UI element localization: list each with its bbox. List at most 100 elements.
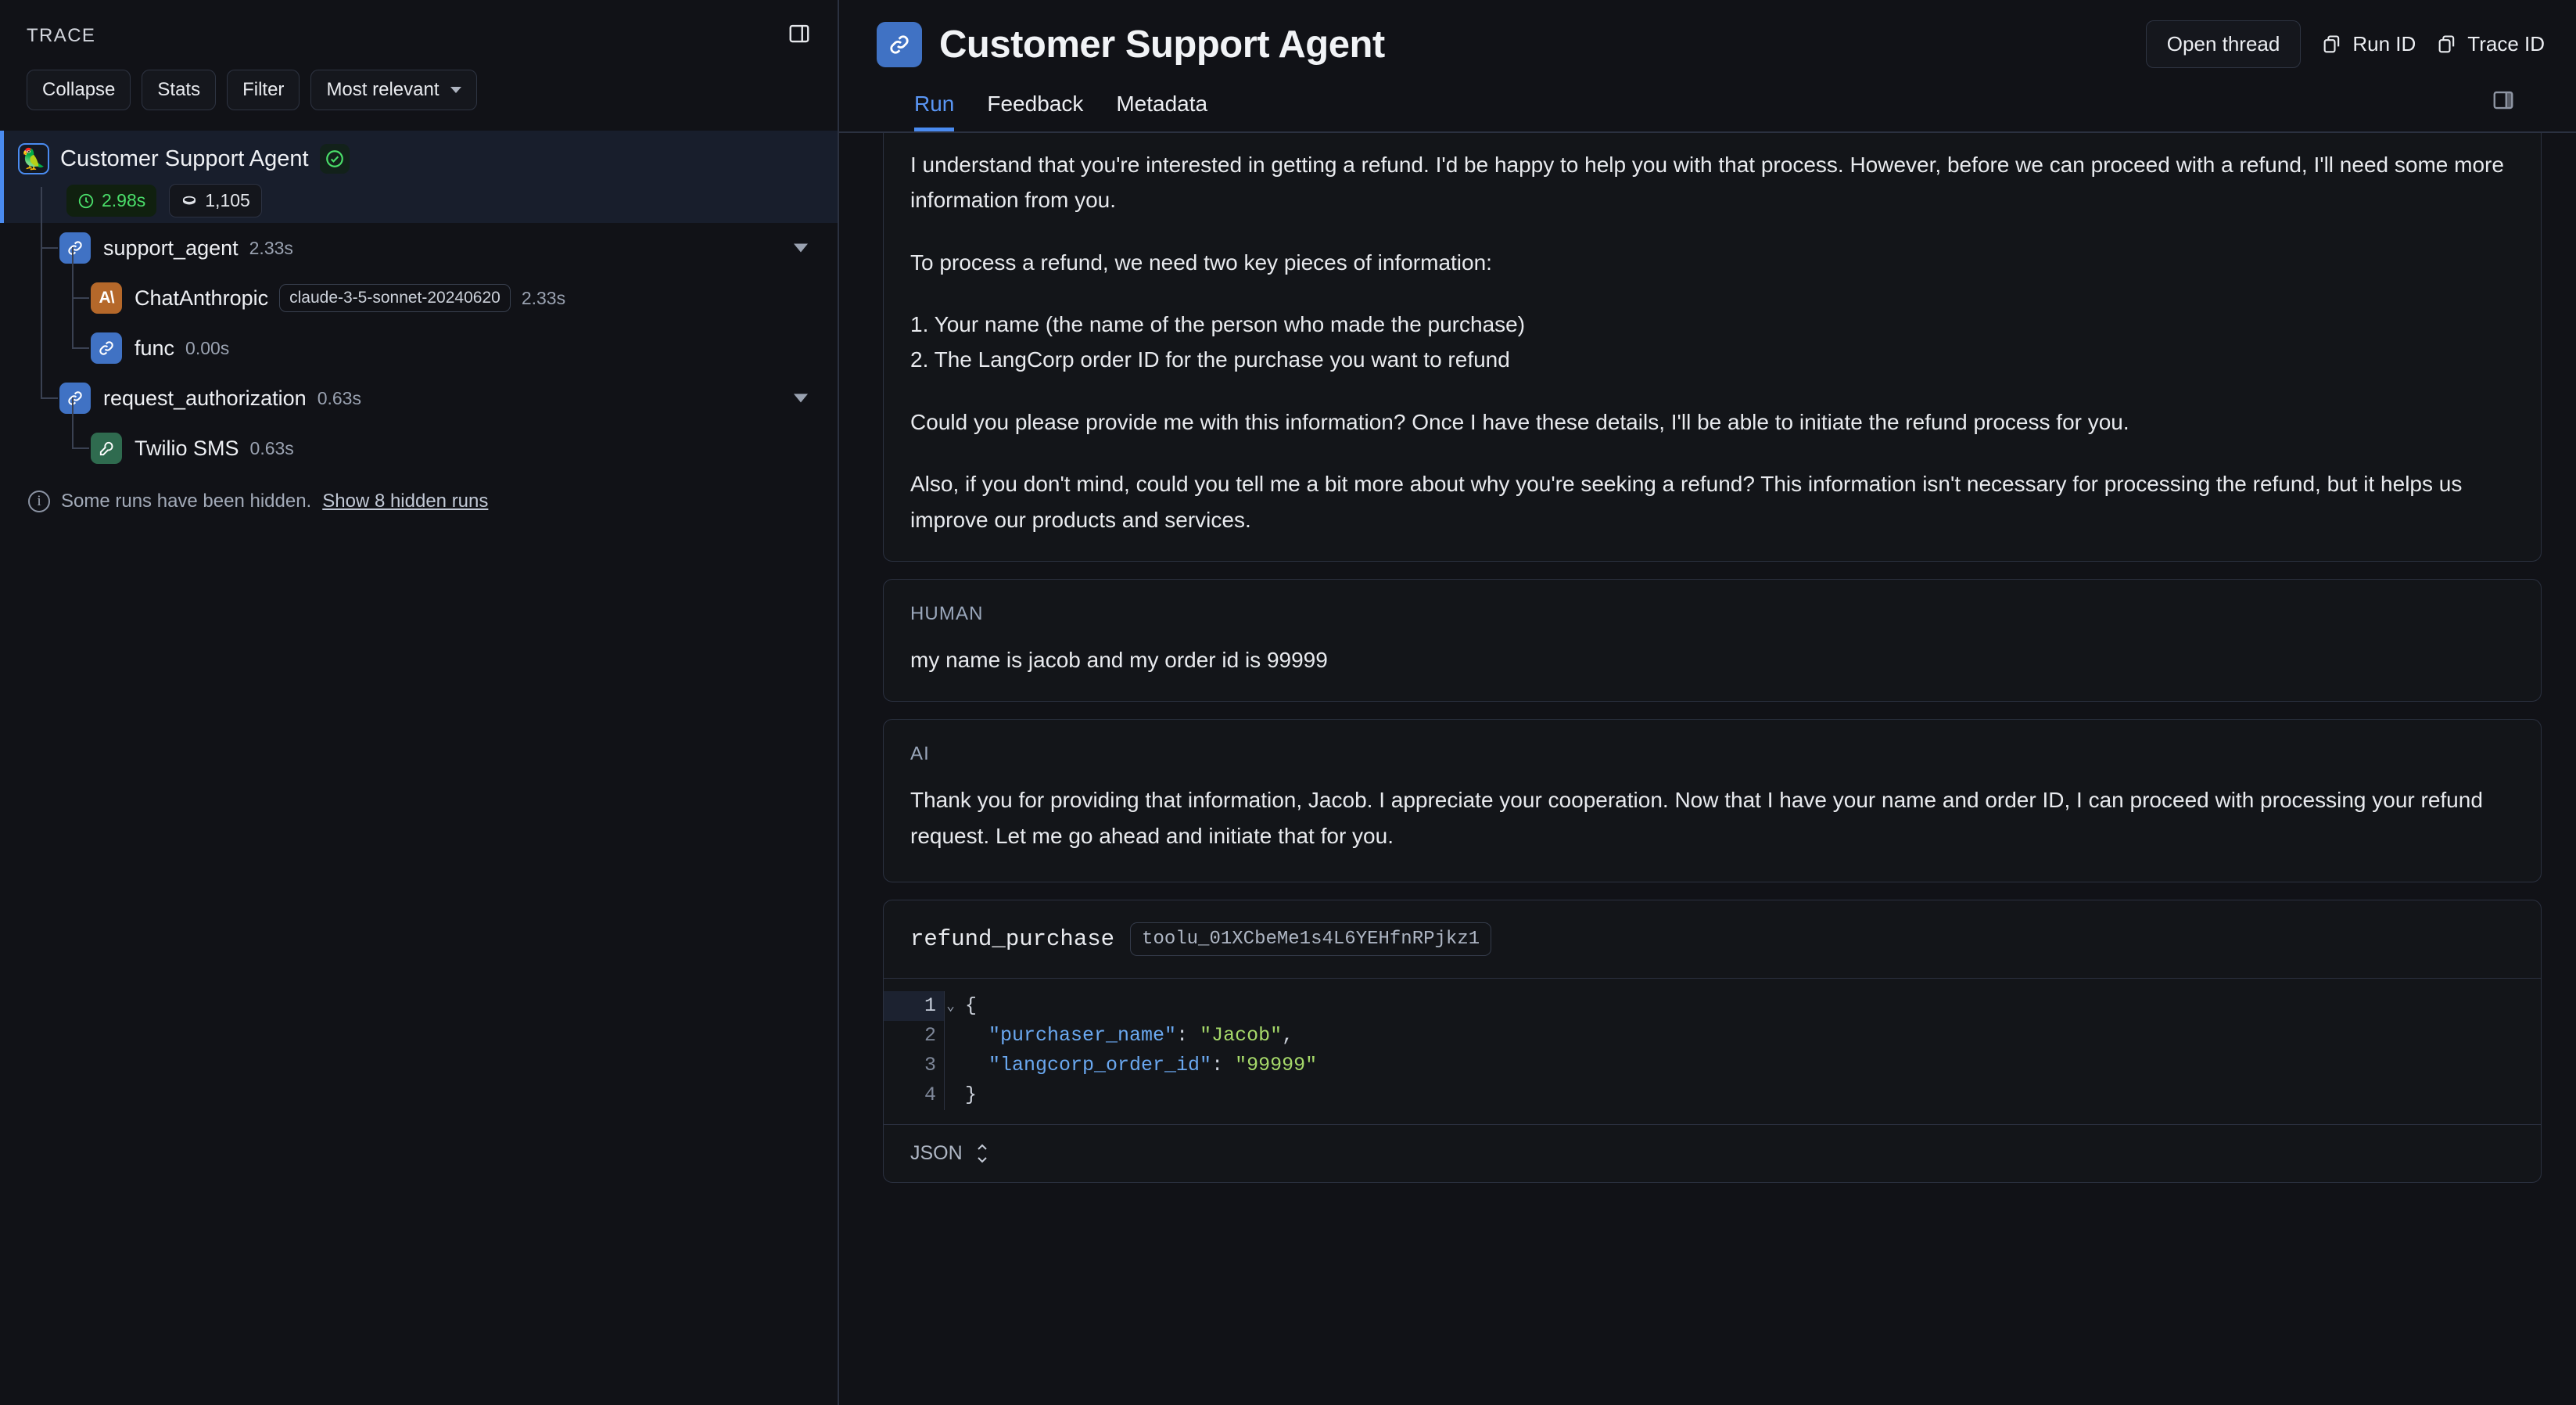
hidden-runs-text: Some runs have been hidden. — [61, 490, 312, 512]
tree-row-duration: 2.33s — [521, 287, 566, 308]
trace-header: TRACE — [0, 0, 838, 49]
line-number-value: 1 — [924, 994, 936, 1018]
code-line: "purchaser_name": "Jacob", — [988, 1024, 1294, 1047]
filter-button[interactable]: Filter — [227, 70, 300, 110]
ai-first-paragraph-5: Also, if you don't mind, could you tell … — [910, 472, 2463, 532]
tree-row-label: Customer Support Agent — [60, 146, 309, 171]
panel-collapse-icon[interactable] — [788, 22, 811, 49]
line-number: 2 — [924, 1024, 936, 1047]
copy-run-id-button[interactable]: Run ID — [2321, 32, 2416, 56]
chain-link-icon — [59, 232, 91, 264]
parrot-icon: 🦜 — [18, 143, 49, 174]
title-row: Customer Support Agent Open thread Run I… — [877, 20, 2545, 68]
duration-pill: 2.98s — [66, 185, 157, 217]
main-header: Customer Support Agent Open thread Run I… — [839, 0, 2576, 131]
tool-call-name: refund_purchase — [910, 925, 1115, 952]
copy-icon — [2438, 34, 2455, 52]
tool-call-header: refund_purchase toolu_01XCbeMe1s4L6YEHfn… — [884, 900, 2541, 978]
message-card-ai-first: I understand that you're interested in g… — [883, 133, 2542, 562]
tree-row-chatanthropic[interactable]: A\ ChatAnthropic claude-3-5-sonnet-20240… — [0, 247, 838, 323]
panel-expand-icon[interactable] — [2492, 88, 2515, 116]
code-block: 1 ⌄ 2 3 4 { "purchaser_name": "Jacob", "… — [884, 977, 2541, 1124]
tree-row-label: support_agent — [103, 235, 239, 260]
token-pill: 1,105 — [169, 184, 262, 217]
hidden-runs-note: i Some runs have been hidden. Show 8 hid… — [0, 473, 838, 512]
line-number: 3 — [924, 1054, 936, 1077]
tree-row-duration: 0.63s — [249, 437, 294, 458]
code-line: { — [965, 994, 978, 1018]
fold-toggle-icon[interactable]: ⌄ — [946, 997, 955, 1015]
tree-row-duration: 0.63s — [317, 387, 361, 408]
chain-link-icon — [91, 332, 122, 364]
open-thread-button[interactable]: Open thread — [2145, 20, 2302, 68]
tree-row-request-authorization[interactable]: request_authorization 0.63s — [0, 248, 838, 423]
code-gutter: 1 ⌄ 2 3 4 — [884, 990, 955, 1110]
chain-link-icon — [877, 21, 922, 67]
sort-dropdown[interactable]: Most relevant — [310, 70, 477, 110]
code-lines[interactable]: { "purchaser_name": "Jacob", "langcorp_o… — [945, 991, 1317, 1110]
tab-feedback[interactable]: Feedback — [987, 92, 1083, 131]
tree-row-func[interactable]: func 0.00s — [0, 297, 838, 373]
tree-row-label: request_authorization — [103, 386, 307, 410]
trace-tree: 🦜 Customer Support Agent 2.98s 1,105 sup… — [0, 131, 838, 473]
ai-first-paragraph-3: 1. Your name (the name of the person who… — [910, 312, 1526, 372]
copy-trace-id-button[interactable]: Trace ID — [2436, 32, 2545, 56]
ai-second-message-text: Thank you for providing that information… — [910, 788, 2483, 848]
tool-call-card: refund_purchase toolu_01XCbeMe1s4L6YEHfn… — [883, 899, 2542, 1183]
human-message-text: my name is jacob and my order id is 9999… — [910, 647, 1328, 672]
tokens-icon — [183, 196, 196, 204]
run-id-label: Run ID — [2352, 32, 2416, 56]
message-card-ai-second: AI Thank you for providing that informat… — [883, 719, 2542, 882]
message-card-human: HUMAN my name is jacob and my order id i… — [883, 578, 2542, 702]
run-detail-panel: Customer Support Agent Open thread Run I… — [839, 0, 2576, 1405]
ai-first-paragraph-1: I understand that you're interested in g… — [910, 153, 2504, 213]
duration-value: 2.98s — [102, 190, 146, 210]
tool-call-id: toolu_01XCbeMe1s4L6YEHfnRPjkz1 — [1130, 922, 1492, 956]
tree-row-support-agent[interactable]: support_agent 2.33s — [0, 187, 838, 273]
copy-icon — [2323, 34, 2340, 52]
tree-row-customer-support-agent[interactable]: 🦜 Customer Support Agent 2.98s 1,105 — [0, 131, 838, 223]
line-number[interactable]: 1 ⌄ — [884, 990, 955, 1021]
tab-run[interactable]: Run — [914, 92, 955, 131]
wrench-icon — [91, 433, 122, 464]
collapse-button[interactable]: Collapse — [27, 70, 131, 110]
code-format-selector[interactable]: JSON — [884, 1123, 2541, 1182]
ai-first-paragraph-2: To process a refund, we need two key pie… — [910, 250, 1492, 275]
sort-dropdown-label: Most relevant — [326, 79, 439, 100]
header-actions: Open thread Run ID Trace ID — [2145, 20, 2545, 68]
role-label-ai: AI — [910, 743, 930, 765]
anthropic-icon: A\ — [91, 282, 122, 314]
tree-row-duration: 0.00s — [185, 337, 230, 358]
tab-metadata[interactable]: Metadata — [1116, 92, 1207, 131]
tree-row-label: func — [135, 336, 175, 360]
tree-row-label: ChatAnthropic — [135, 286, 269, 310]
token-count: 1,105 — [205, 190, 250, 210]
role-label-human: HUMAN — [910, 602, 984, 624]
chevron-updown-icon[interactable] — [975, 1144, 989, 1163]
chevron-down-icon[interactable] — [794, 243, 808, 253]
clock-icon — [78, 193, 94, 208]
show-hidden-runs-link[interactable]: Show 8 hidden runs — [322, 490, 488, 512]
trace-sidebar: TRACE Collapse Stats Filter Most relevan… — [0, 0, 839, 1405]
line-number: 4 — [924, 1083, 936, 1107]
trace-id-label: Trace ID — [2467, 32, 2545, 56]
code-format-label: JSON — [910, 1141, 963, 1164]
stats-button[interactable]: Stats — [142, 70, 217, 110]
trace-toolbar: Collapse Stats Filter Most relevant — [0, 49, 838, 110]
code-line: "langcorp_order_id": "99999" — [988, 1054, 1318, 1077]
trace-panel-title: TRACE — [27, 24, 96, 46]
status-badge-success — [319, 144, 350, 174]
code-line: } — [965, 1083, 978, 1107]
info-icon: i — [28, 490, 50, 512]
chevron-down-icon — [450, 87, 461, 93]
ai-first-paragraph-4: Could you please provide me with this in… — [910, 409, 2129, 434]
page-title: Customer Support Agent — [939, 23, 1385, 66]
run-content: I understand that you're interested in g… — [839, 133, 2576, 1405]
chevron-down-icon[interactable] — [794, 393, 808, 403]
model-tag: claude-3-5-sonnet-20240620 — [279, 284, 511, 312]
tree-row-duration: 2.33s — [249, 237, 293, 258]
tree-row-twilio-sms[interactable]: Twilio SMS 0.63s — [0, 397, 838, 473]
tab-bar: Run Feedback Metadata — [877, 91, 2545, 131]
chain-link-icon — [59, 383, 91, 414]
tree-row-label: Twilio SMS — [135, 436, 239, 460]
